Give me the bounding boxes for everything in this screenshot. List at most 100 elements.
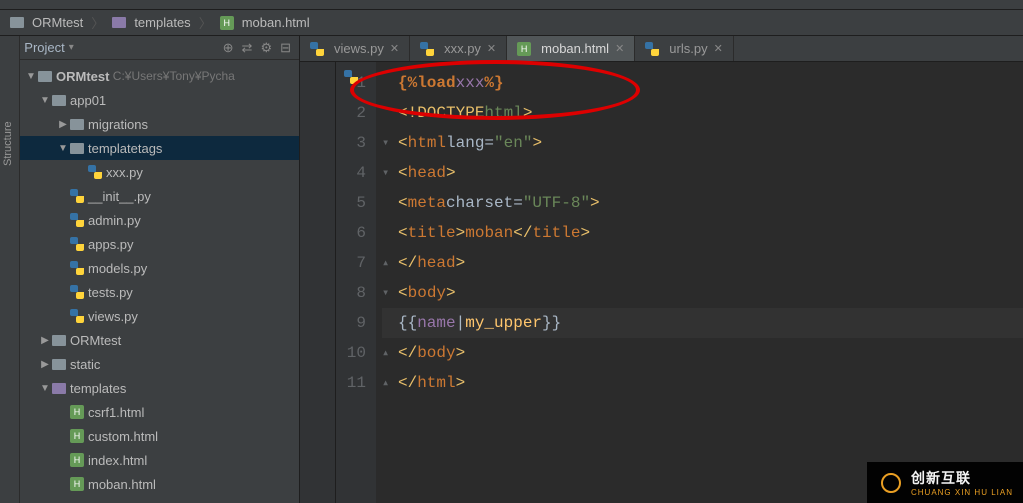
gutter-ribbon [300, 62, 336, 503]
code-line[interactable]: ▴</html> [382, 368, 1023, 398]
expand-icon[interactable]: ⇄ [242, 40, 253, 56]
close-icon[interactable]: ✕ [487, 42, 496, 55]
tree-root[interactable]: ▼ ORMtest C:¥Users¥Tony¥Pycha [20, 64, 299, 88]
dir-icon [52, 95, 66, 106]
main: Structure ▤ Project ▾ ⊕ ⇄ ⚙ ⊟ ▼ ORMtest … [0, 36, 1023, 503]
token: <! [398, 98, 417, 128]
tree-arrow[interactable]: ▶ [38, 335, 52, 346]
code-line[interactable]: ▾<body> [382, 278, 1023, 308]
editor-tab[interactable]: moban.html✕ [507, 36, 635, 61]
code-line[interactable]: <title>moban</title> [382, 218, 1023, 248]
gear-icon[interactable]: ⚙ [260, 40, 272, 56]
tree-item[interactable]: apps.py [20, 232, 299, 256]
tree-item[interactable]: index.html [20, 448, 299, 472]
fold-icon[interactable]: ▾ [382, 278, 394, 308]
django-icon [344, 70, 362, 88]
breadcrumb-item[interactable]: ORMtest [10, 15, 83, 30]
token: xxx [456, 68, 485, 98]
tree-item[interactable]: csrf1.html [20, 400, 299, 424]
code-line[interactable]: ▾<html lang="en"> [382, 128, 1023, 158]
code-line[interactable]: <meta charset="UTF-8"> [382, 188, 1023, 218]
code-line[interactable]: ▴</body> [382, 338, 1023, 368]
tree-item[interactable]: ▼ templates [20, 376, 299, 400]
tree-arrow[interactable]: ▶ [56, 119, 70, 130]
token: title [532, 218, 580, 248]
token: charset= [446, 188, 523, 218]
code-line[interactable]: ▾<head> [382, 158, 1023, 188]
token: | [456, 308, 466, 338]
tree-arrow[interactable]: ▼ [56, 143, 70, 154]
editor-tab[interactable]: urls.py ✕ [635, 36, 734, 61]
tree-arrow[interactable]: ▼ [38, 95, 52, 106]
tree-label: migrations [88, 117, 148, 132]
tree-item[interactable]: models.py [20, 256, 299, 280]
py-icon [70, 309, 84, 323]
token: %} [484, 68, 503, 98]
token: html [408, 128, 446, 158]
pkg-icon [112, 17, 126, 28]
fold-icon[interactable]: ▴ [382, 248, 394, 278]
collapse-icon[interactable]: ⊕ [223, 40, 234, 56]
html-icon [70, 405, 84, 419]
left-rail: Structure [0, 36, 20, 503]
code-line[interactable]: ▴</head> [382, 248, 1023, 278]
tree-item[interactable]: ▼templatetags [20, 136, 299, 160]
token: < [398, 158, 408, 188]
tab-label: views.py [334, 41, 384, 56]
project-tree[interactable]: ▼ ORMtest C:¥Users¥Tony¥Pycha ▼app01 ▶ mig… [20, 60, 299, 503]
close-icon[interactable]: ✕ [390, 42, 399, 55]
tab-label: urls.py [669, 41, 707, 56]
tree-item[interactable]: admin.py [20, 208, 299, 232]
py-icon [310, 42, 324, 56]
fold-icon[interactable]: ▴ [382, 368, 394, 398]
fold-icon[interactable]: ▴ [382, 338, 394, 368]
fold-icon[interactable]: ▾ [382, 128, 394, 158]
code-line[interactable]: {{ name|my_upper }} [382, 308, 1023, 338]
token: </ [398, 248, 417, 278]
token: > [446, 158, 456, 188]
token: html [417, 368, 455, 398]
rail-structure[interactable]: Structure [2, 121, 14, 166]
code-area[interactable]: {% load xxx %}<!DOCTYPE html>▾<html lang… [376, 62, 1023, 503]
token: html [484, 98, 522, 128]
line-gutter: 1234567891011 [336, 62, 376, 503]
tree-item[interactable]: ▶static [20, 352, 299, 376]
token: {{ [398, 308, 417, 338]
chevron-down-icon[interactable]: ▾ [69, 42, 74, 53]
dir-icon [52, 335, 66, 346]
tree-arrow[interactable]: ▶ [38, 359, 52, 370]
tree-item[interactable]: custom.html [20, 424, 299, 448]
tree-arrow[interactable]: ▼ [38, 383, 52, 394]
code-line[interactable]: {% load xxx %} [382, 68, 1023, 98]
token: < [398, 188, 408, 218]
token: body [408, 278, 446, 308]
pkg-icon [52, 383, 66, 394]
fold-icon[interactable]: ▾ [382, 158, 394, 188]
tree-item[interactable]: __init__.py [20, 184, 299, 208]
editor-tab[interactable]: xxx.py✕ [410, 36, 507, 61]
tree-item[interactable]: moban.html [20, 472, 299, 496]
breadcrumb-item[interactable]: templates [112, 15, 190, 30]
py-icon [88, 165, 102, 179]
token: body [417, 338, 455, 368]
tree-label: templates [70, 381, 126, 396]
tree-item[interactable]: ▼app01 [20, 88, 299, 112]
editor[interactable]: 1234567891011 {% load xxx %}<!DOCTYPE ht… [300, 62, 1023, 503]
py-icon [70, 285, 84, 299]
tree-item[interactable]: ▶ migrations [20, 112, 299, 136]
tree-item[interactable]: views.py [20, 304, 299, 328]
code-line[interactable]: <!DOCTYPE html> [382, 98, 1023, 128]
token: < [398, 218, 408, 248]
breadcrumb-item[interactable]: moban.html [220, 15, 310, 30]
tree-label: apps.py [88, 237, 134, 252]
html-icon [70, 477, 84, 491]
close-icon[interactable]: ✕ [615, 42, 624, 55]
tree-item[interactable]: xxx.py [20, 160, 299, 184]
editor-tab[interactable]: views.py ✕ [300, 36, 410, 61]
close-icon[interactable]: ✕ [714, 42, 723, 55]
dir-icon [70, 119, 84, 130]
tree-item[interactable]: ▶ORMtest [20, 328, 299, 352]
hide-icon[interactable]: ⊟ [280, 40, 291, 56]
token: head [408, 158, 446, 188]
tree-item[interactable]: tests.py [20, 280, 299, 304]
